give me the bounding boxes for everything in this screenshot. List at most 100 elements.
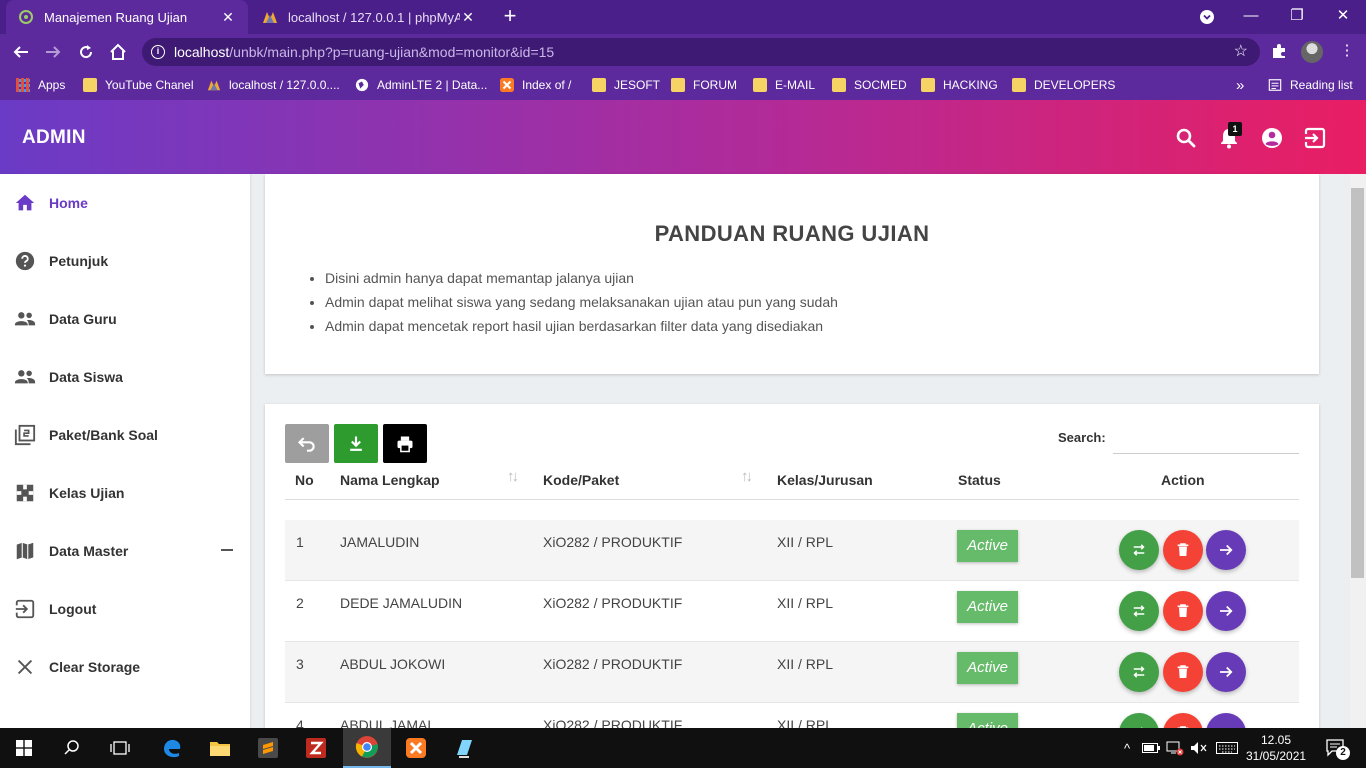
taskbar-edge[interactable] — [148, 728, 196, 768]
profile-avatar[interactable] — [1301, 41, 1323, 63]
action-center-button[interactable]: 2 — [1316, 728, 1356, 768]
search-label: Search: — [1058, 430, 1106, 445]
volume-muted-icon[interactable] — [1188, 728, 1210, 768]
phpmyadmin-icon — [263, 12, 277, 23]
delete-button[interactable] — [1163, 591, 1203, 631]
column-header-kelas[interactable]: Kelas/Jurusan — [777, 472, 873, 488]
delete-button[interactable] — [1163, 652, 1203, 692]
bookmarks-bar: Apps YouTube Chanel localhost / 127.0.0.… — [0, 70, 1366, 100]
extensions-icon[interactable] — [1268, 40, 1290, 62]
forward-button[interactable] — [40, 40, 66, 64]
bookmark-jesoft[interactable]: JESOFT — [592, 70, 660, 100]
undo-button[interactable] — [285, 424, 329, 463]
delete-button[interactable] — [1163, 530, 1203, 570]
show-hidden-icons-button[interactable]: ^ — [1118, 728, 1136, 768]
column-header-nama[interactable]: Nama Lengkap — [340, 472, 440, 488]
sidebar-item-clear-storage[interactable]: Clear Storage — [0, 638, 250, 696]
close-window-button[interactable]: ✕ — [1320, 0, 1366, 34]
taskbar-filezilla[interactable] — [292, 728, 340, 768]
taskbar-clock[interactable]: 12.05 31/05/2021 — [1246, 732, 1306, 764]
bookmark-forum[interactable]: FORUM — [671, 70, 737, 100]
bookmark-index-of[interactable]: Index of / — [500, 70, 571, 100]
sidebar-item-logout[interactable]: Logout — [0, 580, 250, 638]
table-row: 2 DEDE JAMALUDIN XiO282 / PRODUKTIF XII … — [285, 581, 1299, 642]
bookmark-label: DEVELOPERS — [1034, 78, 1116, 92]
home-button[interactable] — [105, 40, 131, 64]
brand-title: ADMIN — [22, 127, 86, 148]
back-button[interactable] — [8, 40, 34, 64]
sidebar-item-petunjuk[interactable]: Petunjuk — [0, 232, 250, 290]
sidebar-item-data-master[interactable]: Data Master — [0, 522, 250, 580]
filezilla-icon — [306, 738, 326, 758]
reading-list-button[interactable]: Reading list — [1268, 70, 1353, 100]
tab-close-icon[interactable]: ✕ — [220, 9, 236, 26]
tab-search-button[interactable] — [1184, 0, 1230, 34]
restore-button[interactable]: ❐ — [1274, 0, 1320, 34]
tab-phpmyadmin[interactable]: localhost / 127.0.0.1 | phpMyAdmin ✕ — [250, 0, 488, 34]
sidebar-item-data-guru[interactable]: Data Guru — [0, 290, 250, 348]
table-row: 3 ABDUL JOKOWI XiO282 / PRODUKTIF XII / … — [285, 642, 1299, 703]
detail-button[interactable] — [1206, 530, 1246, 570]
bookmark-localhost[interactable]: localhost / 127.0.0.... — [207, 70, 340, 100]
bookmark-star-icon[interactable]: ☆ — [1234, 38, 1248, 66]
battery-icon[interactable] — [1140, 728, 1162, 768]
bookmark-e-mail[interactable]: E-MAIL — [753, 70, 815, 100]
scrollbar-thumb[interactable] — [1351, 188, 1364, 578]
more-bookmarks-button[interactable]: » — [1236, 70, 1244, 100]
tab-title: localhost / 127.0.0.1 | phpMyAdmin — [288, 9, 460, 25]
new-tab-button[interactable]: + — [498, 4, 522, 28]
taskbar-chrome[interactable] — [343, 728, 391, 768]
account-circle-icon[interactable] — [1260, 126, 1284, 150]
bookmark-youtube-chanel[interactable]: YouTube Chanel — [83, 70, 194, 100]
sort-icon[interactable]: ↑↓ — [507, 468, 519, 485]
logout-icon[interactable] — [1303, 126, 1327, 150]
taskbar-file-explorer[interactable] — [196, 728, 244, 768]
notepad-icon — [457, 740, 472, 758]
minimize-button[interactable]: — — [1228, 0, 1274, 34]
detail-button[interactable] — [1206, 652, 1246, 692]
bookmark-label: JESOFT — [614, 78, 661, 92]
sort-icon[interactable]: ↑↓ — [741, 468, 753, 485]
browser-menu-icon[interactable]: ⋮ — [1336, 40, 1358, 62]
search-icon[interactable] — [1174, 126, 1198, 150]
keyboard-icon[interactable] — [1214, 728, 1240, 768]
tab-manajemen-ruang-ujian[interactable]: Manajemen Ruang Ujian ✕ — [6, 0, 248, 34]
tab-close-icon[interactable]: ✕ — [460, 9, 476, 26]
column-header-status[interactable]: Status — [958, 472, 1001, 488]
address-bar[interactable]: i localhost/unbk/main.php?p=ruang-ujian&… — [142, 38, 1260, 66]
reset-button[interactable] — [1119, 652, 1159, 692]
reset-button[interactable] — [1119, 591, 1159, 631]
taskbar-sublime[interactable] — [244, 728, 292, 768]
site-info-icon[interactable]: i — [151, 45, 165, 59]
taskbar-search-button[interactable] — [48, 728, 96, 768]
taskbar-notes-app[interactable] — [440, 728, 488, 768]
bookmark-socmed[interactable]: SOCMED — [832, 70, 907, 100]
bookmark-developers[interactable]: DEVELOPERS — [1012, 70, 1115, 100]
sidebar-item-home[interactable]: Home — [0, 174, 250, 232]
notification-badge: 1 — [1228, 122, 1242, 136]
network-disconnected-icon[interactable] — [1164, 728, 1186, 768]
sidebar-item-paket-bank-soal[interactable]: Paket/Bank Soal — [0, 406, 250, 464]
sidebar-item-label: Logout — [49, 601, 97, 617]
start-button[interactable] — [0, 728, 48, 768]
column-header-kode[interactable]: Kode/Paket — [543, 472, 619, 488]
download-button[interactable] — [334, 424, 378, 463]
reset-button[interactable] — [1119, 530, 1159, 570]
taskbar-xampp[interactable] — [392, 728, 440, 768]
search-input[interactable] — [1113, 422, 1299, 454]
reload-button[interactable] — [73, 40, 99, 64]
task-view-button[interactable] — [96, 728, 144, 768]
students-table-card: Search: No Nama Lengkap ↑↓ Kode/Paket ↑↓… — [265, 404, 1319, 764]
taskbar: ^ 12.05 31/05/2021 2 — [0, 728, 1366, 768]
collapse-minus-icon[interactable] — [221, 549, 233, 551]
detail-button[interactable] — [1206, 591, 1246, 631]
column-header-no[interactable]: No — [295, 472, 314, 488]
sidebar-item-data-siswa[interactable]: Data Siswa — [0, 348, 250, 406]
bookmark-adminlte[interactable]: AdminLTE 2 | Data... — [355, 70, 487, 100]
print-button[interactable] — [383, 424, 427, 463]
home-outline-icon — [110, 43, 126, 60]
bookmark-apps[interactable]: Apps — [16, 70, 65, 100]
cell-kelas: XII / RPL — [777, 595, 834, 611]
bookmark-hacking[interactable]: HACKING — [921, 70, 998, 100]
sidebar-item-kelas-ujian[interactable]: Kelas Ujian — [0, 464, 250, 522]
